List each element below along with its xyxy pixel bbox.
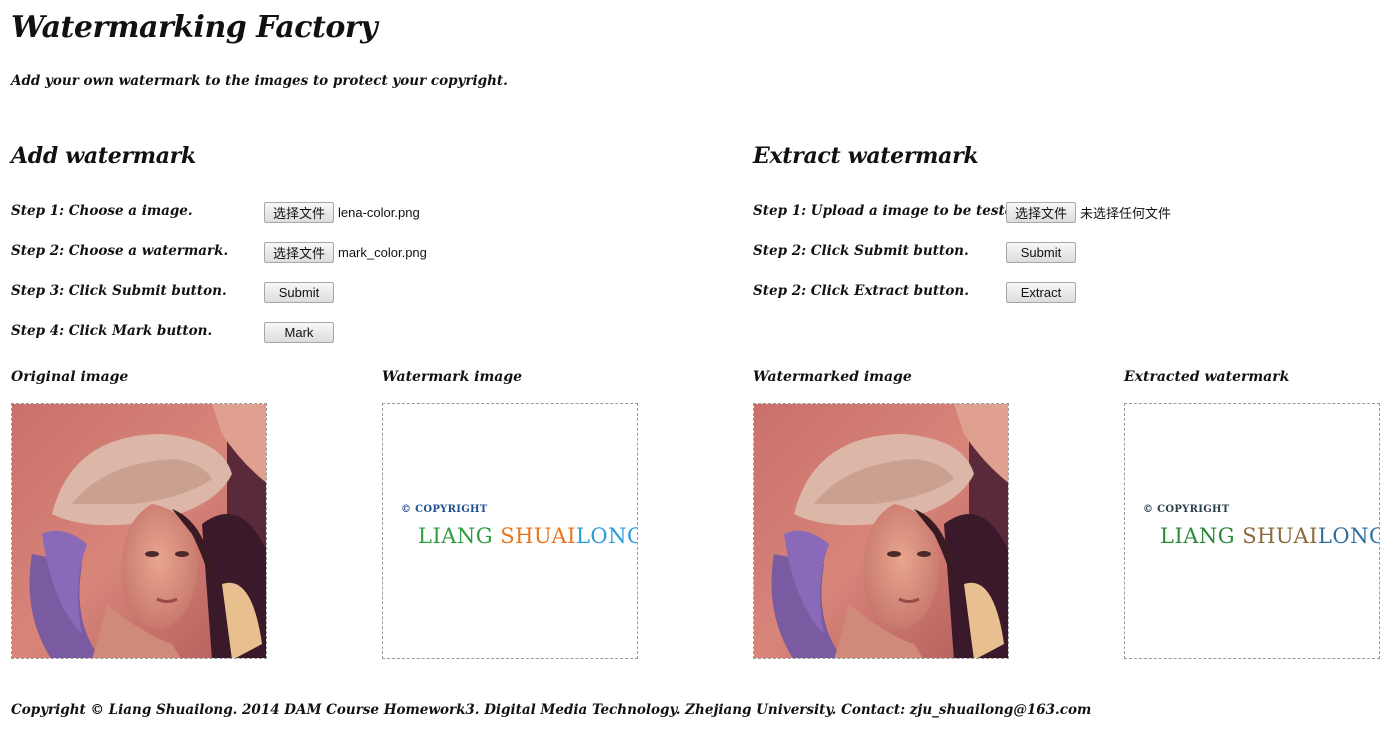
page-subtitle: Add your own watermark to the images to … bbox=[11, 73, 508, 89]
footer-text: Copyright © Liang Shuailong. 2014 DAM Co… bbox=[11, 702, 1092, 718]
mark-button[interactable]: Mark bbox=[264, 322, 334, 343]
watermark-name-part3: LONG bbox=[575, 524, 638, 548]
watermark-name-part2: SHUAI bbox=[500, 524, 576, 548]
add-watermark-filename: mark_color.png bbox=[338, 245, 427, 260]
extracted-name-part3: LONG bbox=[1317, 524, 1380, 548]
watermarked-image bbox=[753, 403, 1009, 659]
page-title: Watermarking Factory bbox=[11, 10, 378, 45]
watermark-copyright-text: © COPYRIGHT bbox=[401, 504, 488, 515]
add-image-filename: lena-color.png bbox=[338, 205, 420, 220]
extract-step1-label: Step 1: Upload a image to be tested. bbox=[753, 203, 1028, 219]
add-submit-button[interactable]: Submit bbox=[264, 282, 334, 303]
extract-image-filename: 未选择任何文件 bbox=[1080, 206, 1172, 221]
original-image-label: Original image bbox=[11, 369, 129, 385]
add-step3-label: Step 3: Click Submit button. bbox=[11, 283, 227, 299]
extracted-copyright-text: © COPYRIGHT bbox=[1143, 504, 1230, 515]
extract-submit-button[interactable]: Submit bbox=[1006, 242, 1076, 263]
watermark-name-text: LIANG SHUAILONG bbox=[418, 524, 638, 548]
add-step1-label: Step 1: Choose a image. bbox=[11, 203, 193, 219]
extract-watermark-heading: Extract watermark bbox=[753, 143, 979, 169]
watermark-name-part1: LIANG bbox=[418, 524, 501, 548]
add-image-file-input[interactable]: 选择文件 lena-color.png bbox=[264, 202, 420, 223]
add-image-choose-button[interactable]: 选择文件 bbox=[264, 202, 334, 223]
extract-image-file-input[interactable]: 选择文件 未选择任何文件 bbox=[1006, 202, 1171, 223]
add-step4-label: Step 4: Click Mark button. bbox=[11, 323, 213, 339]
watermark-image: © COPYRIGHT LIANG SHUAILONG bbox=[382, 403, 638, 659]
original-image bbox=[11, 403, 267, 659]
add-watermark-file-input[interactable]: 选择文件 mark_color.png bbox=[264, 242, 427, 263]
add-watermark-heading: Add watermark bbox=[11, 143, 196, 169]
watermark-image-label: Watermark image bbox=[382, 369, 523, 385]
watermarked-portrait-photo bbox=[754, 404, 1008, 658]
extracted-name-part1: LIANG bbox=[1160, 524, 1243, 548]
add-step2-label: Step 2: Choose a watermark. bbox=[11, 243, 229, 259]
add-watermark-choose-button[interactable]: 选择文件 bbox=[264, 242, 334, 263]
extract-step2-label: Step 2: Click Submit button. bbox=[753, 243, 969, 259]
extracted-watermark-image: © COPYRIGHT LIANG SHUAILONG bbox=[1124, 403, 1380, 659]
extract-step3-label: Step 2: Click Extract button. bbox=[753, 283, 969, 299]
watermarked-image-label: Watermarked image bbox=[753, 369, 912, 385]
extracted-watermark-label: Extracted watermark bbox=[1124, 369, 1290, 385]
extracted-name-text: LIANG SHUAILONG bbox=[1160, 524, 1380, 548]
extract-image-choose-button[interactable]: 选择文件 bbox=[1006, 202, 1076, 223]
portrait-photo bbox=[12, 404, 266, 658]
extracted-name-part2: SHUAI bbox=[1242, 524, 1318, 548]
extract-button[interactable]: Extract bbox=[1006, 282, 1076, 303]
